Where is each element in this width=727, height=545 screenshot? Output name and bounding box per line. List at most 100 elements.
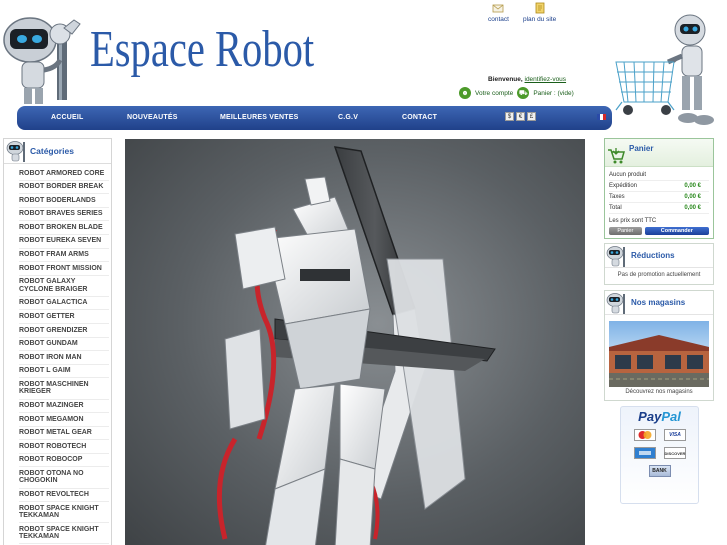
currency-selector: $ € £ [505,112,536,121]
category-item[interactable]: ROBOT MEGAMON [19,413,109,427]
header-cart-link[interactable]: Panier : (vide) [533,90,573,97]
category-item[interactable]: ROBOT MAZINGER [19,400,109,414]
category-item[interactable]: ROBOT METAL GEAR [19,427,109,441]
store-photo[interactable] [609,321,709,387]
currency-dollar[interactable]: $ [505,112,514,121]
contact-link[interactable]: contact [488,2,509,23]
checkout-button[interactable]: Commander [644,227,709,235]
amex-logo [634,447,656,459]
cart-small-icon: ⛟ [517,87,530,99]
categories-header: Catégories [4,139,111,164]
category-item[interactable]: ROBOT EUREKA SEVEN [19,235,109,249]
payment-methods-block: PayPal VISA DISCOVER BANK [620,406,699,504]
welcome-message: Bienvenue, identifiez-vous [488,76,566,83]
categories-block: Catégories ROBOT ARMORED CORE ROBOT BORDE… [3,138,112,545]
stores-block: Nos magasins Découvrez nos magasins [604,290,714,401]
nav-item-best-sellers[interactable]: MEILLEURES VENTES [220,114,298,121]
category-item[interactable]: ROBOT BORDER BREAK [19,181,109,195]
discounts-text: Pas de promotion actuellement [617,272,701,278]
cart-block: Panier Aucun produit Expédition 0,00 € T… [604,138,714,239]
category-item[interactable]: ROBOT GALAXY CYCLONE BRAIGER [19,276,109,297]
category-item[interactable]: ROBOT OTONA NO CHOGOKIN [19,467,109,489]
login-link[interactable]: identifiez-vous [525,76,567,83]
user-icon: ☻ [459,87,471,99]
store-building-illustration [609,335,709,387]
currency-euro[interactable]: € [516,112,525,121]
cart-row-label: Expédition [609,183,638,189]
category-item[interactable]: ROBOT REVOLTECH [19,489,109,503]
account-link[interactable]: Votre compte [475,90,513,97]
welcome-text: Bienvenue, [488,76,523,83]
cart-block-title: Panier [629,144,654,153]
cart-row-value: 0,00 € [684,194,701,200]
site-logo-text[interactable]: Espace Robot [90,24,314,76]
category-item[interactable]: ROBOT ROBOCOP [19,454,109,468]
robot-icon [606,292,625,314]
bank-transfer-logo: BANK [648,465,671,477]
stores-text[interactable]: Découvrez nos magasins [605,389,713,395]
category-item[interactable]: ROBOT FRONT MISSION [19,262,109,276]
category-item[interactable]: ROBOT ROBOTECH [19,440,109,454]
category-item[interactable]: ROBOT ARMORED CORE [19,167,109,181]
category-item[interactable]: ROBOT FRAM ARMS [19,249,109,263]
cart-price-note: Les prix sont TTC [609,218,657,224]
nav-item-cgv[interactable]: C.G.V [338,114,358,121]
mastercard-logo [634,429,656,441]
shopping-cart-icon [608,147,625,163]
sitemap-link-label: plan du site [522,16,557,23]
visa-logo: VISA [664,429,686,441]
discover-logo: DISCOVER [664,447,686,459]
envelope-icon [493,4,504,13]
account-row: ☻ Votre compte ⛟ Panier : (vide) [459,87,574,99]
paypal-logo-pal: Pal [661,409,681,424]
cart-row-label: Taxes [609,194,625,200]
french-flag-icon[interactable] [597,114,606,120]
stores-title: Nos magasins [631,298,686,307]
sitemap-icon [535,2,544,14]
cart-empty-message: Aucun produit [609,170,709,181]
mecha-robot-figure-illustration [216,146,496,545]
discounts-header[interactable]: Réductions [605,244,713,268]
top-links: contact plan du site [488,2,556,23]
category-item[interactable]: ROBOT GRENDIZER [19,324,109,338]
main-navigation: ACCUEIL NOUVEAUTÉS MEILLEURES VENTES C.G… [17,106,612,130]
stores-header[interactable]: Nos magasins [605,291,713,315]
category-item[interactable]: ROBOT MASCHINEN KRIEGER [19,378,109,400]
category-item[interactable]: ROBOT IRON MAN [19,351,109,365]
category-item[interactable]: ROBOT GETTER [19,310,109,325]
nav-item-contact[interactable]: CONTACT [402,114,437,121]
category-item[interactable]: ROBOT BROKEN BLADE [19,221,109,235]
cart-block-body: Aucun produit Expédition 0,00 € Taxes 0,… [605,167,713,238]
payment-cards: VISA DISCOVER [621,424,698,459]
paypal-logo-pay: Pay [638,409,662,424]
category-item[interactable]: ROBOT GALACTICA [19,297,109,311]
featured-product-image[interactable] [125,139,585,545]
contact-link-label: contact [488,16,509,23]
robot-icon [6,141,25,162]
discounts-title: Réductions [631,251,675,260]
category-list: ROBOT ARMORED CORE ROBOT BORDER BREAK ROBO… [4,164,111,545]
view-cart-button[interactable]: Panier [609,227,642,235]
cart-row-value: 0,00 € [684,183,701,189]
category-item[interactable]: ROBOT BODERLANDS [19,194,109,208]
category-item[interactable]: ROBOT SPACE KNIGHT TEKKAMAN [19,502,109,524]
category-item[interactable]: ROBOT SPACE KNIGHT TEKKAMAN [19,523,109,545]
cart-row-label: Total [609,205,622,211]
paypal-logo[interactable]: PayPal [621,409,698,424]
robot-with-cart-illustration [615,14,714,125]
cart-buttons: Panier Commander [609,227,709,235]
category-item[interactable]: ROBOT GUNDAM [19,338,109,352]
cart-empty-text: Aucun produit [609,172,647,178]
category-item[interactable]: ROBOT BRAVES SERIES [19,208,109,222]
nav-item-new[interactable]: NOUVEAUTÉS [127,114,178,121]
sitemap-link[interactable]: plan du site [523,2,556,23]
robot-mascot-logo [3,17,81,104]
nav-item-home[interactable]: ACCUEIL [51,114,84,121]
cart-row-value: 0,00 € [684,205,701,211]
cart-taxes-row: Taxes 0,00 € [609,192,709,203]
category-item[interactable]: ROBOT L GAIM [19,365,109,379]
categories-title: Catégories [30,146,74,156]
currency-pound[interactable]: £ [527,112,536,121]
cart-total-row: Total 0,00 € [609,203,709,214]
cart-block-header[interactable]: Panier [605,139,713,167]
